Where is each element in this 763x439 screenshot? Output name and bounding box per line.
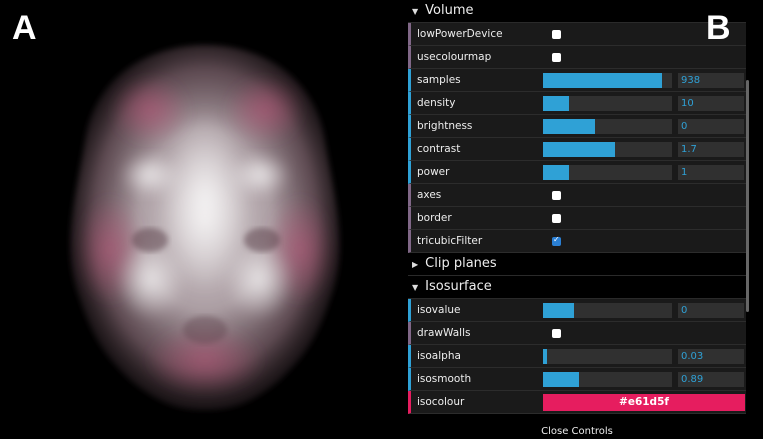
brain-volume [70,45,340,410]
usecolourmap-checkbox[interactable] [552,53,561,62]
isovalue-input[interactable]: 0 [678,303,744,318]
volume-render-view[interactable] [0,0,400,439]
panel-scrollbar[interactable] [746,80,749,312]
control-label: usecolourmap [417,51,492,63]
control-label: brightness [417,120,473,132]
folder-isosurface[interactable]: ▼ Isosurface [408,276,746,299]
lowpowerdevice-checkbox[interactable] [552,30,561,39]
row-tricubicfilter: tricubicFilter [408,230,746,253]
row-contrast: contrast 1.7 [408,138,746,161]
control-label: lowPowerDevice [417,28,503,40]
caret-right-icon: ▶ [412,260,419,269]
isoalpha-slider[interactable] [543,349,672,364]
control-label: axes [417,189,442,201]
slider-fill [543,303,574,318]
control-label: isoalpha [417,350,461,362]
power-input[interactable]: 1 [678,165,744,180]
control-label: isocolour [417,396,465,408]
row-brightness: brightness 0 [408,115,746,138]
folder-title: Volume [425,3,474,18]
slider-fill [543,372,580,387]
tricubicfilter-checkbox[interactable] [552,235,561,246]
samples-input[interactable]: 938 [678,73,744,88]
controls-panel: ▼ Volume lowPowerDevice usecolourmap sam… [408,0,746,426]
isovalue-slider[interactable] [543,303,672,318]
control-label: isovalue [417,304,461,316]
isoalpha-input[interactable]: 0.03 [678,349,744,364]
power-slider[interactable] [543,165,672,180]
close-controls-button[interactable]: Close Controls [408,425,746,439]
row-isoalpha: isoalpha 0.03 [408,345,746,368]
row-density: density 10 [408,92,746,115]
isocolour-picker[interactable]: #e61d5f [543,394,745,411]
folder-title: Isosurface [425,279,492,294]
density-slider[interactable] [543,96,672,111]
control-label: power [417,166,450,178]
row-power: power 1 [408,161,746,184]
folder-volume[interactable]: ▼ Volume [408,0,746,23]
row-usecolourmap: usecolourmap [408,46,746,69]
samples-slider[interactable] [543,73,672,88]
slider-fill [543,96,569,111]
brightness-input[interactable]: 0 [678,119,744,134]
border-checkbox[interactable] [552,214,561,223]
folder-title: Clip planes [425,256,497,271]
control-label: drawWalls [417,327,471,339]
row-isovalue: isovalue 0 [408,299,746,322]
row-lowpowerdevice: lowPowerDevice [408,23,746,46]
contrast-slider[interactable] [543,142,672,157]
brightness-slider[interactable] [543,119,672,134]
row-border: border [408,207,746,230]
axes-checkbox[interactable] [552,191,561,200]
slider-fill [543,142,616,157]
row-drawwalls: drawWalls [408,322,746,345]
slider-fill [543,349,547,364]
control-label: contrast [417,143,461,155]
isosmooth-input[interactable]: 0.89 [678,372,744,387]
row-isocolour: isocolour #e61d5f [408,391,746,414]
control-label: density [417,97,456,109]
control-label: tricubicFilter [417,235,483,247]
caret-down-icon: ▼ [412,7,419,16]
slider-fill [543,165,569,180]
row-axes: axes [408,184,746,207]
caret-down-icon: ▼ [412,283,419,292]
contrast-input[interactable]: 1.7 [678,142,744,157]
control-label: border [417,212,452,224]
slider-fill [543,119,595,134]
control-label: samples [417,74,461,86]
isosmooth-slider[interactable] [543,372,672,387]
control-label: isosmooth [417,373,472,385]
panel-label-b: B [706,9,731,47]
row-isosmooth: isosmooth 0.89 [408,368,746,391]
slider-fill [543,73,662,88]
row-samples: samples 938 [408,69,746,92]
folder-clip-planes[interactable]: ▶ Clip planes [408,253,746,276]
density-input[interactable]: 10 [678,96,744,111]
drawwalls-checkbox[interactable] [552,329,561,338]
